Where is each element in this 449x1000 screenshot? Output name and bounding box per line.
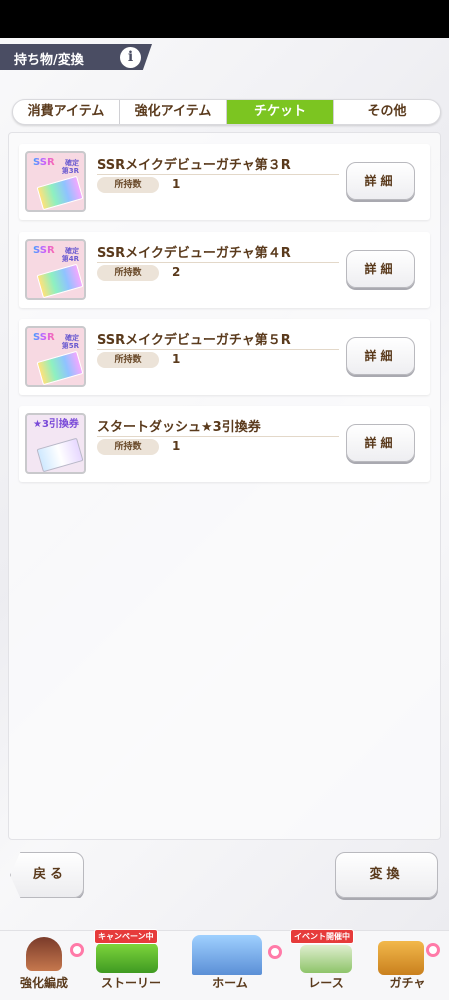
info-icon[interactable]: i bbox=[120, 47, 141, 68]
count-value: 2 bbox=[172, 265, 181, 279]
count-value: 1 bbox=[172, 439, 181, 453]
count-label: 所持数 bbox=[97, 177, 159, 193]
ticket-paper bbox=[36, 175, 84, 210]
campaign-badge: キャンペーン中 bbox=[94, 929, 158, 944]
bottom-nav: 強化編成 キャンペーン中 ストーリー ホーム イベント開催中 レース ガチャ bbox=[0, 929, 449, 1000]
gacha-icon bbox=[378, 941, 424, 975]
divider bbox=[97, 349, 339, 350]
item-name: SSRメイクデビューガチャ第４R bbox=[97, 246, 291, 261]
notification-badge bbox=[268, 945, 282, 959]
count-label: 所持数 bbox=[97, 439, 159, 455]
ticket-paper bbox=[36, 437, 84, 472]
divider bbox=[97, 174, 339, 175]
tab-ticket[interactable]: チケット bbox=[227, 100, 334, 124]
notification-badge bbox=[70, 943, 84, 957]
count-value: 1 bbox=[172, 177, 181, 191]
page-title: 持ち物/変換 bbox=[14, 53, 84, 68]
home-building-icon bbox=[192, 935, 262, 975]
ticket-icon-tag: SSR bbox=[33, 245, 55, 256]
count-value: 1 bbox=[172, 352, 181, 366]
nav-item-gacha[interactable]: ガチャ bbox=[366, 931, 449, 1000]
back-button[interactable]: 戻る bbox=[10, 852, 84, 898]
ticket-paper bbox=[36, 350, 84, 385]
ticket-paper bbox=[36, 263, 84, 298]
ticket-icon: SSR 確定 第4R bbox=[25, 239, 86, 300]
character-icon bbox=[26, 937, 62, 971]
tab-consumable[interactable]: 消費アイテム bbox=[13, 100, 120, 124]
list-item: SSR 確定 第3R SSRメイクデビューガチャ第３R 所持数 1 詳細 bbox=[19, 144, 430, 220]
tab-other[interactable]: その他 bbox=[334, 100, 440, 124]
nav-label: ガチャ bbox=[389, 976, 426, 990]
divider bbox=[97, 262, 339, 263]
ticket-icon-tag: SSR bbox=[33, 157, 55, 168]
ticket-icon-sub: 確定 第3R bbox=[61, 159, 79, 175]
item-name: スタートダッシュ★3引換券 bbox=[97, 420, 261, 435]
ticket-icon-tag: ★3引換券 bbox=[33, 419, 79, 430]
race-track-icon bbox=[300, 945, 352, 973]
list-item: SSR 確定 第4R SSRメイクデビューガチャ第４R 所持数 2 詳細 bbox=[19, 232, 430, 308]
detail-button[interactable]: 詳細 bbox=[346, 424, 415, 462]
tab-enhance[interactable]: 強化アイテム bbox=[120, 100, 227, 124]
count-label: 所持数 bbox=[97, 352, 159, 368]
status-bar bbox=[0, 0, 449, 38]
detail-button[interactable]: 詳細 bbox=[346, 162, 415, 200]
item-name: SSRメイクデビューガチャ第５R bbox=[97, 333, 291, 348]
ticket-icon: SSR 確定 第5R bbox=[25, 326, 86, 387]
ticket-icon-sub: 確定 第4R bbox=[61, 247, 79, 263]
nav-label: ストーリー bbox=[100, 976, 161, 990]
book-icon bbox=[96, 943, 158, 973]
detail-button[interactable]: 詳細 bbox=[346, 337, 415, 375]
category-tabs: 消費アイテム 強化アイテム チケット その他 bbox=[12, 99, 441, 125]
ticket-icon-sub: 確定 第5R bbox=[61, 334, 79, 350]
event-badge: イベント開催中 bbox=[290, 929, 354, 944]
notification-badge bbox=[426, 943, 440, 957]
ticket-icon: ★3引換券 bbox=[25, 413, 86, 474]
nav-label: ホーム bbox=[212, 976, 248, 990]
nav-label: レース bbox=[308, 976, 344, 990]
list-item: ★3引換券 スタートダッシュ★3引換券 所持数 1 詳細 bbox=[19, 406, 430, 482]
nav-item-race[interactable]: イベント開催中 レース bbox=[286, 929, 366, 1000]
ticket-icon: SSR 確定 第3R bbox=[25, 151, 86, 212]
detail-button[interactable]: 詳細 bbox=[346, 250, 415, 288]
convert-button[interactable]: 変換 bbox=[335, 852, 438, 898]
list-item: SSR 確定 第5R SSRメイクデビューガチャ第５R 所持数 1 詳細 bbox=[19, 319, 430, 395]
item-name: SSRメイクデビューガチャ第３R bbox=[97, 158, 291, 173]
nav-item-story[interactable]: キャンペーン中 ストーリー bbox=[88, 929, 174, 1000]
ticket-icon-tag: SSR bbox=[33, 332, 55, 343]
divider bbox=[97, 436, 339, 437]
nav-label: 強化編成 bbox=[19, 976, 68, 990]
nav-item-enhance[interactable]: 強化編成 bbox=[0, 931, 88, 1000]
nav-item-home[interactable]: ホーム bbox=[174, 931, 286, 1000]
count-label: 所持数 bbox=[97, 265, 159, 281]
